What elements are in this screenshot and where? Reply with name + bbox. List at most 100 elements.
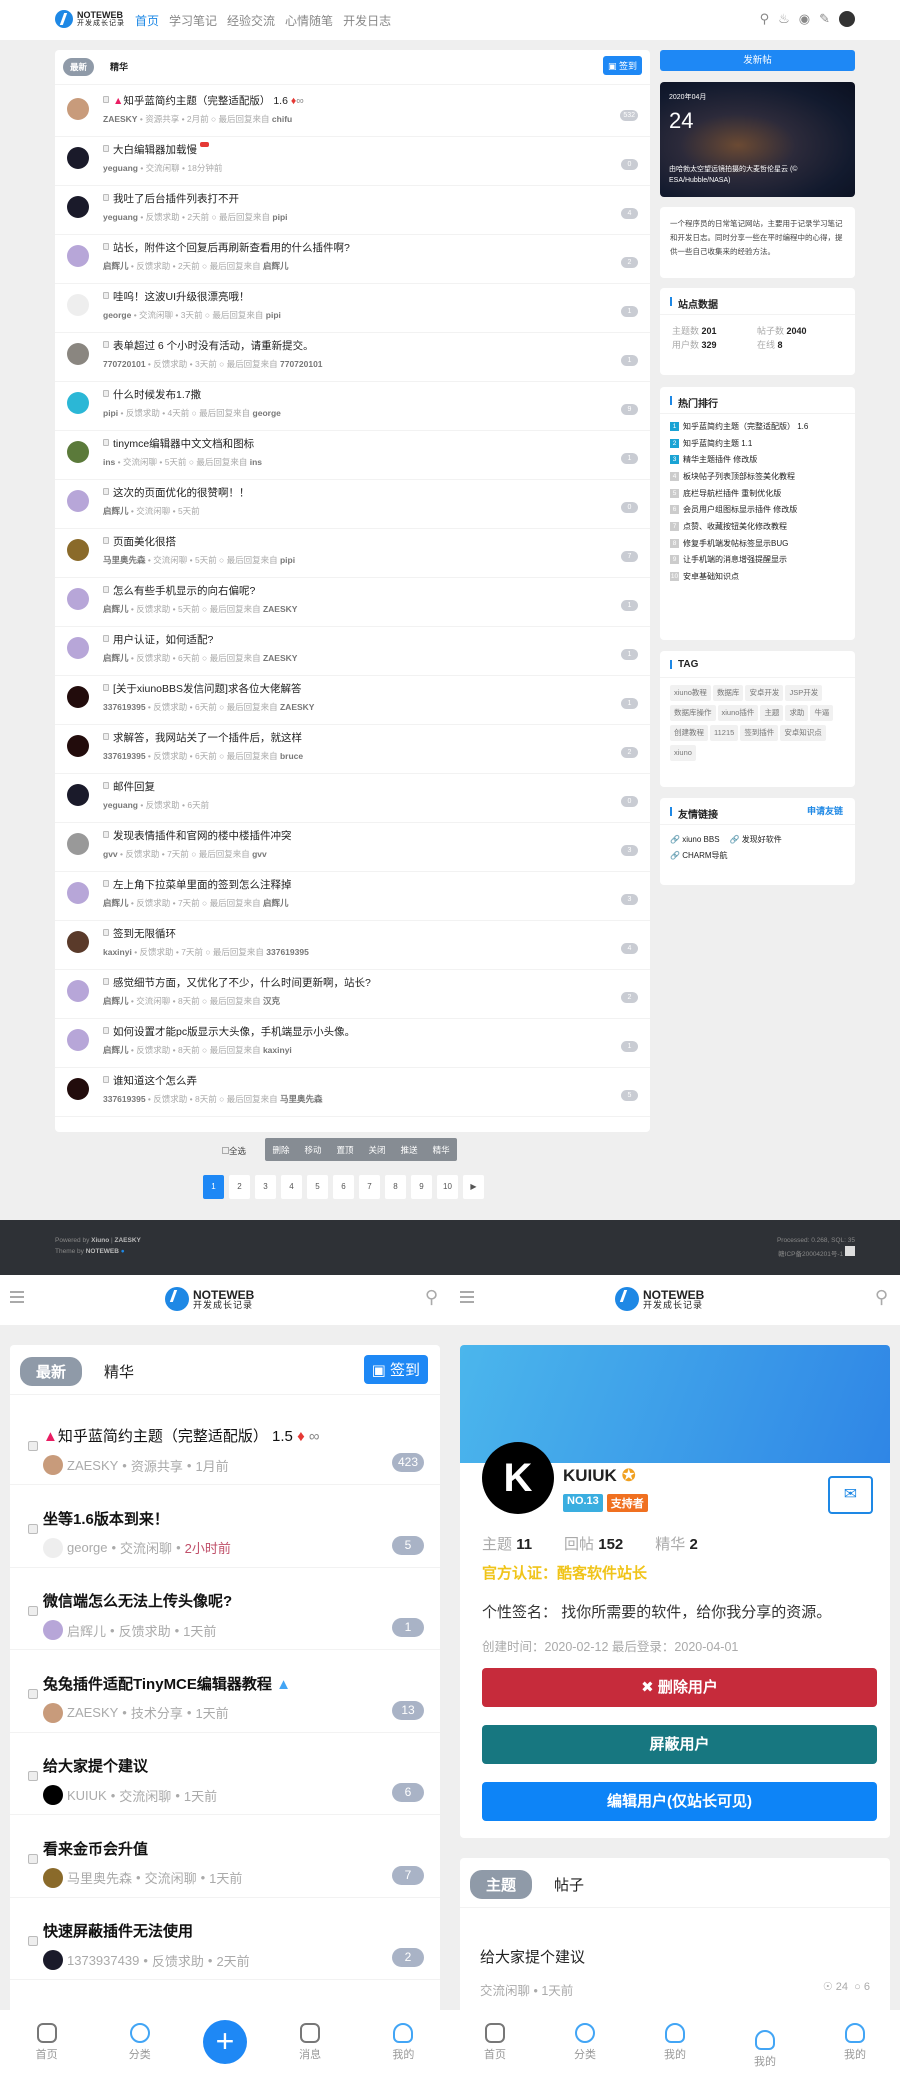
last-reply-user[interactable]: bruce bbox=[280, 751, 303, 761]
tab-featured[interactable]: 精华 bbox=[110, 60, 128, 73]
author-avatar[interactable] bbox=[43, 1620, 63, 1640]
topic-row[interactable]: 用户认证，如何适配? 启辉儿 • 反馈求助 • 6天前 ○ 最后回复来自 ZAE… bbox=[55, 627, 650, 676]
edit-icon[interactable]: ✎ bbox=[819, 11, 830, 27]
topic-title[interactable]: 邮件回复 bbox=[113, 781, 155, 793]
nav-home[interactable]: 首页 bbox=[135, 12, 159, 29]
topic-forum[interactable]: 反馈求助 bbox=[136, 261, 170, 271]
topic-forum[interactable]: 反馈求助 bbox=[152, 1951, 204, 1970]
page-2[interactable]: 2 bbox=[229, 1175, 250, 1199]
search-icon[interactable]: ⚲ bbox=[425, 1287, 438, 1308]
topic-title[interactable]: 求解答，我网站关了一个插件后，就这样 bbox=[113, 732, 302, 744]
friend-link[interactable]: 🔗 xiuno BBS bbox=[670, 832, 720, 848]
tab-latest[interactable]: 最新 bbox=[20, 1357, 83, 1386]
last-reply-user[interactable]: 337619395 bbox=[266, 947, 309, 957]
topic-forum[interactable]: 反馈求助 bbox=[153, 751, 187, 761]
author-avatar[interactable] bbox=[67, 392, 89, 414]
topic-row[interactable]: 这次的页面优化的很赞啊！！ 启辉儿 • 交流闲聊 • 5天前 0 bbox=[55, 480, 650, 529]
mobile-topic-row[interactable]: 看来金币会升值 马里奥先森 • 交流闲聊 • 1天前 7 bbox=[10, 1816, 440, 1898]
topic-author[interactable]: yeguang bbox=[103, 212, 138, 222]
last-reply-user[interactable]: ZAESKY bbox=[263, 604, 297, 614]
topic-row[interactable]: 谁知道这个怎么弄 337619395 • 反馈求助 • 8天前 ○ 最后回复来自… bbox=[55, 1068, 650, 1117]
topic-checkbox[interactable] bbox=[103, 96, 109, 103]
author-avatar[interactable] bbox=[67, 1029, 89, 1051]
topic-row[interactable]: 大白编辑器加载慢 yeguang • 交流闲聊 • 18分钟前 0 bbox=[55, 137, 650, 186]
author-avatar[interactable] bbox=[43, 1950, 63, 1970]
bottom-nav-me-3[interactable]: 我的 bbox=[825, 2022, 885, 2062]
author-avatar[interactable] bbox=[67, 147, 89, 169]
hot-item-title[interactable]: 知乎蓝简约主题 1.1 bbox=[683, 438, 752, 449]
nav-devlog[interactable]: 开发日志 bbox=[343, 12, 391, 29]
tag-item[interactable]: xiuno教程 bbox=[670, 685, 711, 701]
last-reply-user[interactable]: 770720101 bbox=[280, 359, 323, 369]
topic-checkbox[interactable] bbox=[103, 880, 109, 887]
topic-checkbox[interactable] bbox=[103, 684, 109, 691]
tab-threads[interactable]: 主题 bbox=[470, 1870, 533, 1899]
author-avatar[interactable] bbox=[43, 1702, 63, 1723]
message-user-button[interactable]: ✉ bbox=[828, 1476, 873, 1514]
topic-author[interactable]: 337619395 bbox=[103, 751, 146, 761]
topic-row[interactable]: 感觉细节方面，又优化了不少，什么时间更新啊，站长? 启辉儿 • 交流闲聊 • 8… bbox=[55, 970, 650, 1019]
topic-title[interactable]: [关于xiunoBBS发信问题]求各位大佬解答 bbox=[113, 683, 301, 695]
topic-title[interactable]: 知乎蓝简约主题（完整适配版） 1.5 bbox=[58, 1428, 293, 1445]
topic-forum[interactable]: 技术分享 bbox=[131, 1703, 183, 1722]
topic-author[interactable]: 启辉儿 bbox=[103, 506, 129, 516]
author-avatar[interactable] bbox=[67, 441, 89, 463]
topic-author[interactable]: kaxinyi bbox=[103, 947, 132, 957]
topic-checkbox[interactable] bbox=[103, 831, 109, 838]
bottom-nav-home[interactable]: 首页 bbox=[465, 2022, 525, 2062]
topic-author[interactable]: 337619395 bbox=[103, 1094, 146, 1104]
bell-icon[interactable]: ♨ bbox=[778, 11, 790, 27]
tag-item[interactable]: 数据库操作 bbox=[670, 705, 716, 721]
topic-forum[interactable]: 交流闲聊 bbox=[123, 457, 157, 467]
search-icon[interactable]: ⚲ bbox=[875, 1287, 888, 1308]
topic-checkbox[interactable] bbox=[28, 1441, 38, 1451]
icp-link[interactable]: 赣ICP备20004201号-1 bbox=[778, 1251, 843, 1258]
menu-icon[interactable] bbox=[10, 1291, 24, 1303]
last-reply-user[interactable]: kaxinyi bbox=[263, 1045, 292, 1055]
last-reply-user[interactable]: ZAESKY bbox=[280, 702, 314, 712]
hot-item-title[interactable]: 修复手机端发帖标签显示BUG bbox=[683, 538, 788, 549]
author-avatar[interactable] bbox=[67, 490, 89, 512]
topic-checkbox[interactable] bbox=[103, 586, 109, 593]
last-reply-user[interactable]: pipi bbox=[280, 555, 295, 565]
nav-experience[interactable]: 经验交流 bbox=[227, 12, 275, 29]
last-reply-user[interactable]: 启辉儿 bbox=[263, 898, 289, 908]
bottom-nav-category[interactable]: 分类 bbox=[110, 2022, 170, 2062]
topic-checkbox[interactable] bbox=[103, 243, 109, 250]
site-logo[interactable]: NOTEWEB 开发成长记录 bbox=[55, 10, 125, 28]
page-3[interactable]: 3 bbox=[255, 1175, 276, 1199]
author-avatar[interactable] bbox=[67, 1078, 89, 1100]
theme-link[interactable]: NOTEWEB bbox=[86, 1248, 119, 1255]
mod-top-button[interactable]: 置顶 bbox=[329, 1138, 361, 1161]
friend-link[interactable]: 🔗 CHARM导航 bbox=[670, 848, 728, 864]
topic-row[interactable]: 求解答，我网站关了一个插件后，就这样 337619395 • 反馈求助 • 6天… bbox=[55, 725, 650, 774]
topic-title[interactable]: 微信端怎么无法上传头像呢? bbox=[43, 1593, 232, 1610]
topic-author[interactable]: 马里奥先森 bbox=[67, 1868, 132, 1887]
stats-icon[interactable] bbox=[845, 1246, 855, 1256]
edit-user-button[interactable]: 编辑用户(仅站长可见) bbox=[482, 1782, 877, 1821]
topic-author[interactable]: KUIUK bbox=[67, 1788, 107, 1803]
tag-item[interactable]: 安卓知识点 bbox=[780, 725, 826, 741]
tag-item[interactable]: 安卓开发 bbox=[745, 685, 784, 701]
topic-author[interactable]: ZAESKY bbox=[103, 114, 137, 124]
topic-forum[interactable]: 资源共享 bbox=[131, 1456, 183, 1475]
hot-item[interactable]: 5 底栏导航栏插件 重制优化版 bbox=[660, 485, 855, 502]
mobile-topic-row[interactable]: ▲知乎蓝简约主题（完整适配版） 1.5 ♦ ∞ ZAESKY • 资源共享 • … bbox=[10, 1403, 440, 1485]
topic-forum[interactable]: 反馈求助 bbox=[140, 947, 174, 957]
topic-forum[interactable]: 交流闲聊 bbox=[120, 1538, 172, 1557]
author-avatar[interactable] bbox=[43, 1867, 63, 1888]
menu-icon[interactable] bbox=[460, 1291, 474, 1303]
last-reply-user[interactable]: 马里奥先森 bbox=[280, 1094, 323, 1104]
mobile-topic-row[interactable]: 快速屏蔽插件无法使用 1373937439 • 反馈求助 • 2天前 2 bbox=[10, 1898, 440, 1980]
topic-row[interactable]: 表单超过 6 个小时没有活动，请重新提交。 770720101 • 反馈求助 •… bbox=[55, 333, 650, 382]
topic-checkbox[interactable] bbox=[103, 537, 109, 544]
topic-forum[interactable]: 交流闲聊 bbox=[119, 1786, 171, 1805]
topic-forum[interactable]: 反馈求助 bbox=[146, 212, 180, 222]
tag-item[interactable]: 签到插件 bbox=[740, 725, 779, 741]
topic-forum[interactable]: 反馈求助 bbox=[153, 702, 187, 712]
bottom-nav-messages[interactable]: 消息 bbox=[280, 2022, 340, 2062]
topic-title[interactable]: 站长，附件这个回复后再刷新查看用的什么插件啊? bbox=[113, 242, 350, 254]
topic-title[interactable]: 我吐了后台插件列表打不开 bbox=[113, 193, 239, 205]
topic-author[interactable]: george bbox=[67, 1540, 107, 1555]
topic-checkbox[interactable] bbox=[103, 1027, 109, 1034]
